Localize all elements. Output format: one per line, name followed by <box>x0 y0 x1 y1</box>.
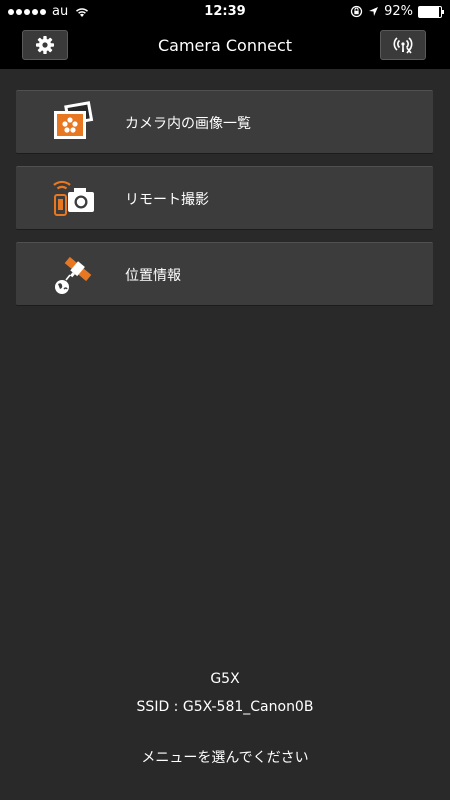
location-satellite-icon <box>55 256 92 294</box>
battery-level-fill <box>419 6 440 17</box>
menu-item-remote-shooting[interactable]: リモート撮影 <box>16 166 433 230</box>
instruction-label: メニューを選んでください <box>141 750 309 766</box>
wireless-disconnect-button[interactable] <box>380 30 426 60</box>
camera-model-label: G5X <box>210 671 240 687</box>
menu-item-location-info[interactable]: 位置情報 <box>16 242 433 306</box>
rotation-lock-icon <box>350 5 363 18</box>
app-screen: au 12:39 92% Camera Connect カメラ内の画像一覧 リモ… <box>0 0 450 800</box>
menu-item-label: カメラ内の画像一覧 <box>125 116 251 132</box>
menu-item-label: リモート撮影 <box>125 192 209 208</box>
navigation-bar: Camera Connect <box>0 24 450 69</box>
status-right: 92% <box>350 4 444 19</box>
battery-icon <box>418 5 444 18</box>
menu-item-label: 位置情報 <box>125 268 181 284</box>
wireless-disconnect-icon <box>393 37 413 54</box>
battery-percent: 92% <box>384 4 413 19</box>
menu-item-image-list[interactable]: カメラ内の画像一覧 <box>16 90 433 154</box>
location-arrow-icon <box>369 7 379 16</box>
image-gallery-icon <box>54 101 94 139</box>
remote-shooting-icon <box>53 180 94 216</box>
status-bar: au 12:39 92% <box>0 0 450 24</box>
ssid-label: SSID : G5X-581_Canon0B <box>136 699 314 715</box>
